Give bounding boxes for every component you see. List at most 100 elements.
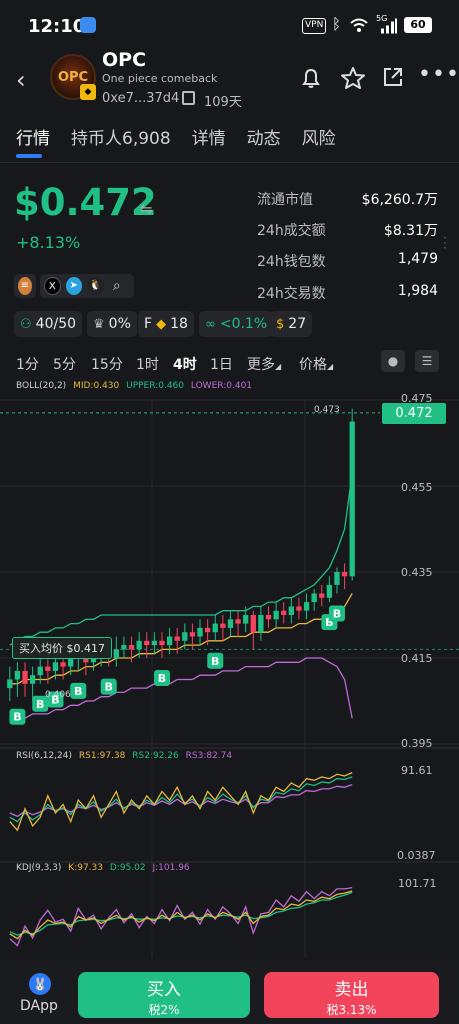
star-icon[interactable] <box>340 66 366 90</box>
x-icon[interactable]: X <box>44 277 61 295</box>
user-icon: ⚇ <box>20 316 32 332</box>
status-time: 12:10 <box>28 16 86 37</box>
tab-divider <box>0 162 459 163</box>
price-change: +8.13% <box>16 233 81 252</box>
signal-icon <box>381 18 397 34</box>
candle-body <box>235 619 241 624</box>
bnb-icon: ◆ <box>156 316 167 332</box>
sell-tax: 税3.13% <box>326 1003 377 1017</box>
candle-body <box>37 666 43 676</box>
vpn-icon: VPN <box>302 18 327 34</box>
buy-marker-label: B <box>211 655 219 668</box>
candle-body <box>182 632 188 641</box>
tab-holders[interactable]: 持币人6,908 <box>71 124 171 160</box>
f-label: F <box>144 316 153 332</box>
buy-button[interactable]: 买入 税2% <box>78 972 250 1018</box>
candle-body <box>341 572 348 577</box>
share-icon[interactable] <box>382 66 404 88</box>
stat-value-wallets: 1,479 <box>397 251 438 267</box>
candle-body <box>60 662 66 667</box>
bundle-pill[interactable]: ∞ <0.1% <box>199 311 274 337</box>
bell-icon[interactable] <box>299 66 323 90</box>
interval-more[interactable]: 更多◢ <box>247 354 281 374</box>
interval-5m[interactable]: 5分 <box>53 354 76 374</box>
status-bar: 12:10 VPN ᛒ 5G 60 <box>0 0 459 50</box>
dapp-label[interactable]: DApp <box>20 998 58 1014</box>
price-mode[interactable]: 价格◢ <box>299 354 333 374</box>
more-icon[interactable]: ••• <box>418 62 459 87</box>
candle-body <box>220 623 226 628</box>
bluetooth-icon: ᛒ <box>332 15 342 33</box>
back-icon[interactable]: ‹ <box>16 66 26 94</box>
telegram-icon[interactable]: ➤ <box>65 277 83 295</box>
qq-icon[interactable]: 🐧 <box>87 277 104 295</box>
sell-button[interactable]: 卖出 税3.13% <box>264 972 439 1018</box>
rsi-tick-0: 91.61 <box>401 764 433 777</box>
candle-body <box>166 636 173 646</box>
avg-buy-label: 买入均价 $0.417 <box>12 637 112 659</box>
coins-button[interactable]: ≡ <box>14 274 36 298</box>
fee-pill[interactable]: $27 <box>270 311 313 337</box>
buy-marker-label: B <box>36 698 44 711</box>
coin-description: One piece comeback <box>102 72 218 85</box>
fee-count: 27 <box>288 316 307 332</box>
indicator-toggle-icon[interactable]: ● <box>381 350 405 372</box>
kdj-tick-0: 101.71 <box>398 877 437 890</box>
tab-market[interactable]: 行情 <box>16 124 50 160</box>
drag-handle-icon[interactable]: · · · <box>443 232 447 254</box>
copy-icon[interactable] <box>182 91 195 105</box>
chef-pill[interactable]: ♛ 0% <box>87 311 137 337</box>
search-icon[interactable]: ⌕ <box>109 277 125 295</box>
price-mode-label: 价格 <box>299 357 327 373</box>
candle-body <box>151 640 158 646</box>
interval-1h[interactable]: 1时 <box>136 354 159 374</box>
y-tick-1: 0.455 <box>401 481 433 494</box>
high-label: 0.473 <box>314 405 340 415</box>
candle-body <box>243 615 249 624</box>
tab-activity[interactable]: 动态 <box>247 124 281 160</box>
stat-value-volume: $8.31万 <box>383 223 438 239</box>
tab-details[interactable]: 详情 <box>192 124 226 160</box>
boll-upper-line <box>9 473 353 646</box>
money-bag-icon: $ <box>276 316 285 332</box>
contract-address[interactable]: 0xe7...37d4 <box>102 91 179 106</box>
kline-chart[interactable]: BB BB BBBBB <box>0 392 459 960</box>
buy-marker-label: B <box>158 672 166 685</box>
stat-label-volume: 24h成交额 <box>257 223 326 239</box>
sell-label: 卖出 <box>334 980 369 1000</box>
f-pill[interactable]: F ◆ 18 <box>138 311 194 337</box>
chain-badge-icon: ◆ <box>80 84 96 100</box>
coin-name: OPC <box>102 49 147 71</box>
boll-legend: BOLL(20,2) MID:0.430 UPPER:0.460 LOWER:0… <box>16 381 252 391</box>
tab-risk[interactable]: 风险 <box>302 124 336 160</box>
stat-value-mcap: $6,260.7万 <box>361 192 438 208</box>
candle-body <box>174 636 180 641</box>
boll-mid: MID:0.430 <box>73 381 120 391</box>
holders-ratio-pill[interactable]: ⚇ 40/50 <box>14 311 83 337</box>
candle-body <box>250 615 256 633</box>
tab-bar: 行情 持币人6,908 详情 动态 风险 <box>16 124 357 160</box>
candle-body <box>273 610 279 620</box>
candle-body <box>45 666 51 671</box>
interval-15m[interactable]: 15分 <box>91 354 123 374</box>
dapp-icon[interactable]: 🐰 <box>29 973 51 995</box>
buy-marker-label: B <box>13 711 21 724</box>
interval-1d[interactable]: 1日 <box>210 354 233 374</box>
candle-body <box>7 679 13 689</box>
chef-icon: ♛ <box>93 316 105 332</box>
candle-body <box>319 593 325 598</box>
candle-body <box>296 606 302 611</box>
swap-currency-icon[interactable]: ⇋ <box>140 200 153 218</box>
interval-1m[interactable]: 1分 <box>16 354 39 374</box>
interval-more-label: 更多 <box>247 357 275 373</box>
boll-lower: LOWER:0.401 <box>190 381 253 391</box>
bundle-pct: <0.1% <box>219 316 268 332</box>
interval-4h[interactable]: 4时 <box>173 354 197 374</box>
rsi-tick-1: 0.0387 <box>397 849 436 862</box>
boll-lower-line <box>9 657 353 719</box>
candle-body <box>136 640 142 650</box>
coins-icon: ≡ <box>18 277 32 295</box>
chart-settings-icon[interactable]: ☰ <box>415 350 439 372</box>
candle-body <box>144 640 150 646</box>
current-price-tag: 0.472 <box>382 403 446 424</box>
